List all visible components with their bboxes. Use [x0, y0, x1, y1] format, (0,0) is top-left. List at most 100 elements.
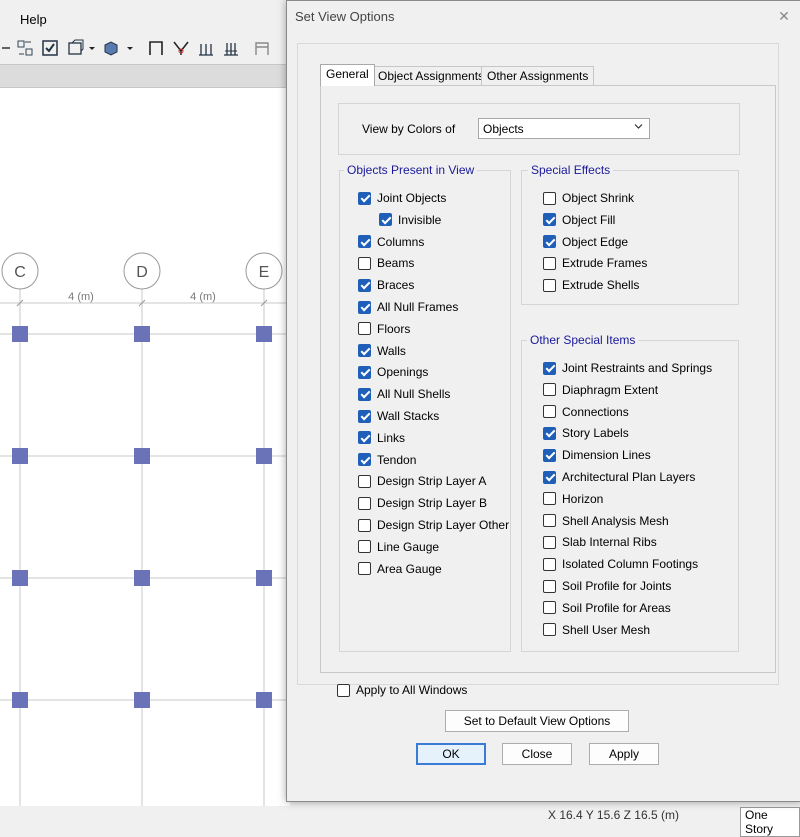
ok-button[interactable]: OK [416, 743, 486, 765]
checkbox-all-null-frames[interactable]: All Null Frames [358, 298, 458, 316]
checkbox[interactable] [543, 191, 556, 205]
checkbox[interactable] [358, 387, 371, 401]
checkbox[interactable] [358, 540, 371, 554]
view-by-select[interactable]: Objects [478, 118, 650, 139]
checkbox-isolated-column-footings[interactable]: Isolated Column Footings [543, 555, 698, 573]
checkbox[interactable] [543, 535, 556, 549]
checkbox[interactable] [543, 514, 556, 528]
checkbox[interactable] [543, 278, 556, 292]
checkbox-extrude-shells[interactable]: Extrude Shells [543, 276, 639, 294]
checkbox-dimension-lines[interactable]: Dimension Lines [543, 446, 651, 464]
joint-marker[interactable] [256, 326, 272, 342]
checkbox-design-strip-layer-other[interactable]: Design Strip Layer Other [358, 516, 509, 534]
plan-view-canvas[interactable]: C D E 4 (m) 4 (m) [0, 88, 290, 808]
apply-button[interactable]: Apply [589, 743, 659, 765]
checkbox[interactable] [543, 579, 556, 593]
checkbox[interactable] [358, 518, 371, 532]
close-button[interactable]: Close [502, 743, 572, 765]
checkbox-all-null-shells[interactable]: All Null Shells [358, 385, 450, 403]
checkbox-soil-profile-for-areas[interactable]: Soil Profile for Areas [543, 599, 671, 617]
tab-general[interactable]: General [320, 64, 375, 86]
support-icon[interactable] [197, 39, 215, 57]
checkbox-openings[interactable]: Openings [358, 363, 428, 381]
checkbox-beams[interactable]: Beams [358, 254, 414, 272]
tab-object-assignments[interactable]: Object Assignments [372, 66, 491, 86]
checkbox-wall-stacks[interactable]: Wall Stacks [358, 407, 439, 425]
checkbox[interactable] [543, 405, 556, 419]
checkbox[interactable] [358, 474, 371, 488]
checkbox[interactable] [358, 453, 371, 467]
joint-marker[interactable] [134, 570, 150, 586]
checkbox-braces[interactable]: Braces [358, 276, 414, 294]
checkbox-joint-restraints-and-springs[interactable]: Joint Restraints and Springs [543, 359, 712, 377]
checkbox-object-fill[interactable]: Object Fill [543, 211, 615, 229]
joint-marker[interactable] [134, 448, 150, 464]
checkbox[interactable] [358, 344, 371, 358]
brace-icon[interactable] [172, 39, 190, 57]
select-grid-icon[interactable] [16, 39, 34, 57]
apply-to-all-windows-checkbox[interactable]: Apply to All Windows [337, 681, 467, 699]
checkbox[interactable] [543, 623, 556, 637]
dropdown-arrow-icon[interactable] [126, 39, 134, 57]
checkbox-connections[interactable]: Connections [543, 403, 629, 421]
springs-icon[interactable] [222, 39, 240, 57]
checkbox[interactable] [358, 191, 371, 205]
checkbox[interactable] [358, 409, 371, 423]
checkbox-links[interactable]: Links [358, 429, 405, 447]
joint-marker[interactable] [12, 570, 28, 586]
checkbox-line-gauge[interactable]: Line Gauge [358, 538, 439, 556]
story-selector[interactable]: One Story [740, 807, 800, 837]
checkbox-walls[interactable]: Walls [358, 342, 406, 360]
checkbox-floors[interactable]: Floors [358, 320, 410, 338]
checkbox[interactable] [358, 278, 371, 292]
joint-marker[interactable] [256, 448, 272, 464]
checkbox-shell-user-mesh[interactable]: Shell User Mesh [543, 621, 650, 639]
frame-icon[interactable] [147, 39, 165, 57]
checkbox-shell-analysis-mesh[interactable]: Shell Analysis Mesh [543, 512, 669, 530]
checkbox-object-edge[interactable]: Object Edge [543, 233, 628, 251]
menu-help[interactable]: Help [20, 12, 47, 27]
checkbox[interactable] [358, 235, 371, 249]
checkbox[interactable] [358, 496, 371, 510]
tab-other-assignments[interactable]: Other Assignments [481, 66, 595, 86]
checkbox[interactable] [543, 557, 556, 571]
joint-marker[interactable] [134, 692, 150, 708]
checkbox-soil-profile-for-joints[interactable]: Soil Profile for Joints [543, 577, 671, 595]
check-box-icon[interactable] [41, 39, 59, 57]
3d-box-icon[interactable] [102, 39, 120, 57]
joint-marker[interactable] [12, 326, 28, 342]
dropdown-arrow-icon[interactable] [88, 39, 96, 57]
checkbox-object-shrink[interactable]: Object Shrink [543, 189, 634, 207]
checkbox-joint-objects[interactable]: Joint Objects [358, 189, 446, 207]
checkbox[interactable] [358, 431, 371, 445]
joint-marker[interactable] [12, 692, 28, 708]
checkbox-extrude-frames[interactable]: Extrude Frames [543, 254, 647, 272]
checkbox[interactable] [543, 426, 556, 440]
display-options-icon[interactable] [66, 39, 84, 57]
checkbox-horizon[interactable]: Horizon [543, 490, 603, 508]
joint-marker[interactable] [12, 448, 28, 464]
checkbox[interactable] [358, 322, 371, 336]
checkbox[interactable] [358, 300, 371, 314]
checkbox-architectural-plan-layers[interactable]: Architectural Plan Layers [543, 468, 695, 486]
joint-marker[interactable] [134, 326, 150, 342]
checkbox[interactable] [358, 365, 371, 379]
set-default-view-options-button[interactable]: Set to Default View Options [445, 710, 629, 732]
checkbox[interactable] [543, 235, 556, 249]
close-icon[interactable]: ✕ [775, 7, 793, 25]
wall-icon[interactable] [253, 39, 271, 57]
joint-marker[interactable] [256, 692, 272, 708]
checkbox-design-strip-layer-a[interactable]: Design Strip Layer A [358, 472, 486, 490]
checkbox-design-strip-layer-b[interactable]: Design Strip Layer B [358, 494, 487, 512]
checkbox-story-labels[interactable]: Story Labels [543, 424, 629, 442]
checkbox-slab-internal-ribs[interactable]: Slab Internal Ribs [543, 533, 657, 551]
checkbox[interactable] [358, 562, 371, 576]
checkbox-invisible[interactable]: Invisible [379, 211, 441, 229]
checkbox[interactable] [543, 492, 556, 506]
checkbox[interactable] [358, 256, 371, 270]
checkbox[interactable] [543, 213, 556, 227]
checkbox[interactable] [543, 383, 556, 397]
checkbox-tendon[interactable]: Tendon [358, 451, 416, 469]
checkbox-columns[interactable]: Columns [358, 233, 424, 251]
checkbox[interactable] [543, 256, 556, 270]
